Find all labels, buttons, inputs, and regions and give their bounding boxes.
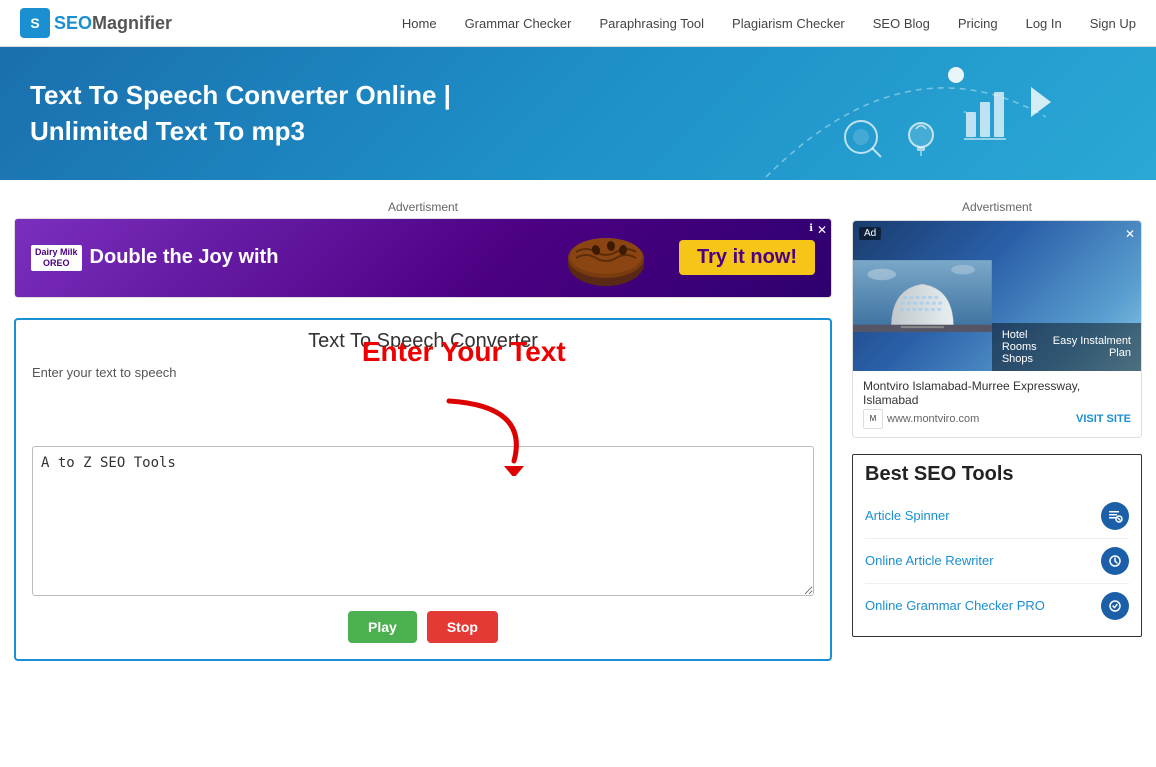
converter-box: Text To Speech Converter Enter your text…	[14, 318, 832, 661]
logo-magnifier: Magnifier	[92, 13, 172, 33]
seo-tool-grammar-checker[interactable]: Online Grammar Checker PRO	[865, 598, 1045, 613]
sidebar-ad-url-row: M www.montviro.com VISIT SITE	[863, 409, 1131, 429]
input-label: Enter your text to speech	[32, 365, 814, 380]
seo-tool-icon-2	[1101, 592, 1129, 620]
sidebar-ad-badge: Ad	[859, 227, 881, 240]
sidebar-ad-overlay-text: Hotel RoomsShops	[1002, 329, 1051, 365]
sidebar-ad-logo-img: M	[863, 409, 883, 429]
navbar: S SEOMagnifier Home Grammar Checker Para…	[0, 0, 1156, 47]
sidebar-ad-overlay-right: Easy Instalment Plan	[1051, 335, 1131, 359]
nav-grammar[interactable]: Grammar Checker	[465, 16, 572, 31]
logo-icon: S	[20, 8, 50, 38]
ad-dairy-milk: Dairy MilkOREO Double the Joy with	[31, 245, 679, 271]
nav-links: Home Grammar Checker Paraphrasing Tool P…	[402, 16, 1136, 31]
nav-home[interactable]: Home	[402, 16, 437, 31]
nav-seo-blog[interactable]: SEO Blog	[873, 16, 930, 31]
ad-close-icon[interactable]: ✕	[817, 223, 827, 237]
sidebar-ad-overlay: Hotel RoomsShops Easy Instalment Plan	[992, 323, 1141, 371]
enter-text-overlay: Enter Your Text	[32, 386, 814, 446]
sidebar-ad-label: Advertisment	[852, 200, 1142, 214]
seo-tool-item: Article Spinner	[865, 494, 1129, 539]
converter-title: Text To Speech Converter	[32, 330, 814, 353]
best-seo-title: Best SEO Tools	[865, 463, 1129, 486]
seo-tool-item: Online Grammar Checker PRO	[865, 584, 1129, 628]
ad-try-button[interactable]: Try it now!	[679, 240, 815, 275]
nav-pricing[interactable]: Pricing	[958, 16, 998, 31]
sidebar-ad-image: Ad ✕ Hotel RoomsShops Easy Instalment Pl…	[853, 221, 1141, 371]
left-column: Advertisment Dairy MilkO	[14, 200, 832, 675]
sidebar-ad-info: Montviro Islamabad-Murree Expressway, Is…	[853, 371, 1141, 437]
nav-paraphrase[interactable]: Paraphrasing Tool	[599, 16, 704, 31]
sidebar-ad-close-icon[interactable]: ✕	[1125, 227, 1135, 241]
sidebar-ad-url: www.montviro.com	[887, 413, 979, 425]
main-container: Advertisment Dairy MilkO	[0, 180, 1156, 695]
ad-banner-main: Dairy MilkOREO Double the Joy with Try i…	[14, 218, 832, 298]
arrow-icon	[439, 396, 559, 476]
seo-tool-icon-0	[1101, 502, 1129, 530]
seo-tool-article-spinner[interactable]: Article Spinner	[865, 508, 950, 523]
hero-title: Text To Speech Converter Online | Unlimi…	[30, 77, 451, 150]
sidebar-ad-name: Montviro Islamabad-Murree Expressway, Is…	[863, 379, 1131, 407]
hero-banner: Text To Speech Converter Online | Unlimi…	[0, 47, 1156, 180]
play-button[interactable]: Play	[348, 611, 417, 643]
text-area-wrapper: Enter Your Text A to Z SEO Tools	[32, 386, 814, 599]
seo-tool-icon-1	[1101, 547, 1129, 575]
sidebar-ad-visit-button[interactable]: VISIT SITE	[1076, 413, 1131, 425]
right-column: Advertisment	[852, 200, 1142, 675]
sidebar-ad-box: Ad ✕ Hotel RoomsShops Easy Instalment Pl…	[852, 220, 1142, 438]
hero-decoration	[726, 57, 1076, 180]
ad-info-icon[interactable]: ℹ	[809, 223, 813, 234]
nav-login[interactable]: Log In	[1026, 16, 1062, 31]
btn-row: Play Stop	[32, 611, 814, 643]
best-seo-tools-box: Best SEO Tools Article Spinner Online Ar…	[852, 454, 1142, 637]
seo-tool-article-rewriter[interactable]: Online Article Rewriter	[865, 553, 994, 568]
nav-plagiarism[interactable]: Plagiarism Checker	[732, 16, 845, 31]
sidebar-ad-building	[853, 221, 992, 371]
seo-tool-item: Online Article Rewriter	[865, 539, 1129, 584]
ad-label-main: Advertisment	[14, 200, 832, 214]
nav-signup[interactable]: Sign Up	[1090, 16, 1136, 31]
logo[interactable]: S SEOMagnifier	[20, 8, 172, 38]
text-input[interactable]: A to Z SEO Tools	[32, 446, 814, 596]
sidebar-ad-logo: M www.montviro.com	[863, 409, 979, 429]
hero-text: Text To Speech Converter Online | Unlimi…	[30, 77, 451, 150]
ad-text-big: Double the Joy with	[90, 246, 279, 269]
ad-dairy-badge: Dairy MilkOREO	[31, 245, 82, 271]
stop-button[interactable]: Stop	[427, 611, 498, 643]
logo-seo: SEO	[54, 13, 92, 33]
